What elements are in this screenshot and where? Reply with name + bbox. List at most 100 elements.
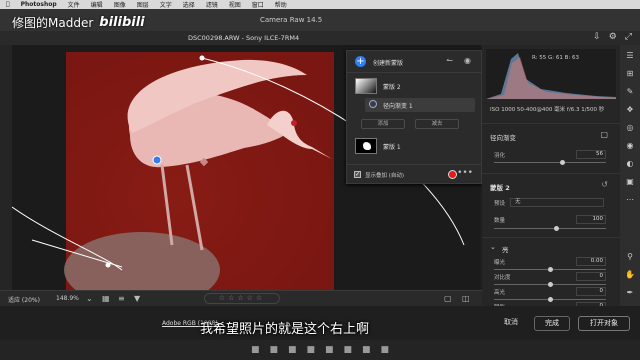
dock-app-icon[interactable]: ■ <box>288 345 297 355</box>
highlights-slider-knob[interactable] <box>548 297 553 302</box>
bottom-bar: 适应 (20%) 148.9% ⌄ ▦ ≡ ▼ ☆☆☆☆☆ ▢ ◫ <box>0 290 482 306</box>
histogram: R: 55 G: 61 B: 63 <box>486 49 616 99</box>
visibility-eye-icon[interactable]: ◉ <box>464 56 471 65</box>
reset-icon[interactable]: ↺ <box>601 180 608 189</box>
menu-select[interactable]: 选择 <box>183 0 195 9</box>
highlights-slider[interactable] <box>494 297 606 302</box>
menu-layer[interactable]: 图层 <box>137 0 149 9</box>
contrast-slider[interactable] <box>494 282 606 287</box>
radial-gradient-section: 径向渐变 ▢ 羽化 56 <box>482 123 620 165</box>
feather-value[interactable]: 56 <box>576 150 606 159</box>
dock-app-icon[interactable]: ■ <box>269 345 278 355</box>
exposure-value[interactable]: 0.00 <box>576 257 606 266</box>
menu-view[interactable]: 视图 <box>229 0 241 9</box>
left-strip <box>0 45 12 290</box>
menu-image[interactable]: 图像 <box>114 0 126 9</box>
watermark: 修图的Madder bilibili <box>12 14 145 31</box>
star-rating[interactable]: ☆☆☆☆☆ <box>204 293 280 304</box>
create-new-mask-label[interactable]: 创建新蒙版 <box>373 58 403 67</box>
preset-select[interactable]: 无 <box>510 198 604 207</box>
overlay-color-swatch[interactable] <box>448 170 457 179</box>
crop-icon[interactable]: ⊞ <box>627 69 634 78</box>
right-panel: R: 55 G: 61 B: 63 ISO 1000 50-400@400 毫米… <box>482 45 620 315</box>
edit-icon[interactable]: ☰ <box>626 51 633 60</box>
mask-1-label: 蒙版 1 <box>383 144 401 151</box>
open-object-button[interactable]: 打开对象 <box>578 316 630 331</box>
menu-window[interactable]: 窗口 <box>252 0 264 9</box>
light-section: 亮 ⌄ 曝光 0.00 对比度 0 高光 0 阴影 0 <box>482 237 620 315</box>
menu-type[interactable]: 文字 <box>160 0 172 9</box>
show-overlay-checkbox[interactable]: ✓ <box>354 171 361 178</box>
feather-slider[interactable] <box>494 160 606 165</box>
feather-slider-knob[interactable] <box>560 160 565 165</box>
menu-app-photoshop[interactable]: Photoshop <box>21 1 57 8</box>
eyedropper-icon[interactable]: ✒ <box>627 288 634 297</box>
more-icon[interactable]: ⋯ <box>626 195 634 204</box>
zoom-dropdown-icon[interactable]: ⌄ <box>86 294 93 303</box>
dock-app-icon[interactable]: ■ <box>251 345 260 355</box>
subtract-button[interactable]: 减去 <box>415 119 459 129</box>
menu-edit[interactable]: 编辑 <box>91 0 103 9</box>
light-title[interactable]: 亮 <box>502 244 509 254</box>
amount-slider[interactable] <box>494 226 606 231</box>
filter-icon[interactable]: ▼ <box>134 294 140 303</box>
cancel-button[interactable]: 取消 <box>496 316 526 331</box>
file-name: DSC00298.ARW - Sony ILCE-7RM4 <box>188 34 300 42</box>
dock-app-icon[interactable]: ■ <box>381 345 390 355</box>
gear-icon[interactable]: ⚙ <box>609 32 617 42</box>
highlights-value[interactable]: 0 <box>576 287 606 296</box>
menu-file[interactable]: 文件 <box>68 0 80 9</box>
exposure-slider[interactable] <box>494 267 606 272</box>
brush-icon[interactable]: ✎ <box>627 87 634 96</box>
menu-filter[interactable]: 滤镜 <box>206 0 218 9</box>
preset-label: 预设 <box>494 201 506 207</box>
dock-app-icon[interactable]: ■ <box>325 345 334 355</box>
zoom-percentage[interactable]: 148.9% <box>56 295 79 302</box>
done-button[interactable]: 完成 <box>534 316 570 331</box>
dock-app-icon[interactable]: ■ <box>344 345 353 355</box>
dock-app-icon[interactable]: ■ <box>362 345 371 355</box>
heal-icon[interactable]: ❖ <box>626 105 633 114</box>
presets-icon[interactable]: ◐ <box>627 159 634 168</box>
video-subtitle: 我希望照片的就是这个右上啊 <box>200 322 370 337</box>
dock-app-icon[interactable]: ■ <box>306 345 315 355</box>
add-button[interactable]: 添加 <box>361 119 405 129</box>
rock-shape <box>64 232 220 290</box>
masking-icon[interactable]: ◎ <box>627 123 634 132</box>
apple-menu-icon[interactable]:  <box>6 1 10 8</box>
create-mask-plus-icon[interactable]: + <box>355 56 366 67</box>
zoom-icon[interactable]: ⚲ <box>627 252 633 261</box>
contrast-slider-knob[interactable] <box>548 282 553 287</box>
fullscreen-icon[interactable]: ⤢ <box>625 32 632 42</box>
mask-2-title: 蒙版 2 <box>490 184 510 192</box>
compare-icon[interactable]: ◫ <box>462 294 470 303</box>
radial-gradient-component[interactable]: 径向渐变 1 <box>365 98 475 112</box>
exif-info: ISO 1000 50-400@400 毫米 f/6.3 1/500 秒 <box>490 107 605 113</box>
hand-icon[interactable]: ✋ <box>625 270 635 279</box>
collapse-icon[interactable]: ↼ <box>446 56 453 65</box>
window-title: Camera Raw 14.5 <box>260 16 323 24</box>
bilibili-logo: bilibili <box>99 15 145 30</box>
zoom-fit-button[interactable]: 适应 (20%) <box>8 295 40 304</box>
dock: ■ ■ ■ ■ ■ ■ ■ ■ <box>0 340 640 360</box>
save-icon[interactable]: ⇩ <box>593 32 601 42</box>
mask-2-label: 蒙版 2 <box>383 84 401 91</box>
chevron-down-icon[interactable]: ⌄ <box>490 243 496 251</box>
sort-icon[interactable]: ≡ <box>118 294 125 303</box>
masks-panel: + 创建新蒙版 ↼ ◉ 蒙版 2 径向渐变 1 添加 减去 蒙版 1 ✓ 显示叠… <box>346 50 482 184</box>
contrast-value[interactable]: 0 <box>576 272 606 281</box>
redeye-icon[interactable]: ◉ <box>627 141 634 150</box>
exposure-label: 曝光 <box>494 260 506 266</box>
before-after-icon[interactable]: ▢ <box>444 294 452 303</box>
more-options-icon[interactable]: ••• <box>457 168 473 178</box>
amount-slider-knob[interactable] <box>554 226 559 231</box>
exposure-slider-knob[interactable] <box>548 267 553 272</box>
mask-2-thumbnail <box>355 78 377 94</box>
amount-value[interactable]: 100 <box>576 215 606 224</box>
menu-help[interactable]: 帮助 <box>275 0 287 9</box>
mask-2-section: 蒙版 2 ↺ 预设 无 数量 100 <box>482 173 620 233</box>
snapshots-icon[interactable]: ▣ <box>626 177 634 186</box>
filmstrip-icon[interactable]: ▦ <box>102 294 110 303</box>
menu-bar:  Photoshop 文件 编辑 图像 图层 文字 选择 滤镜 视图 窗口 帮… <box>0 0 640 9</box>
invert-icon[interactable]: ▢ <box>600 130 608 139</box>
